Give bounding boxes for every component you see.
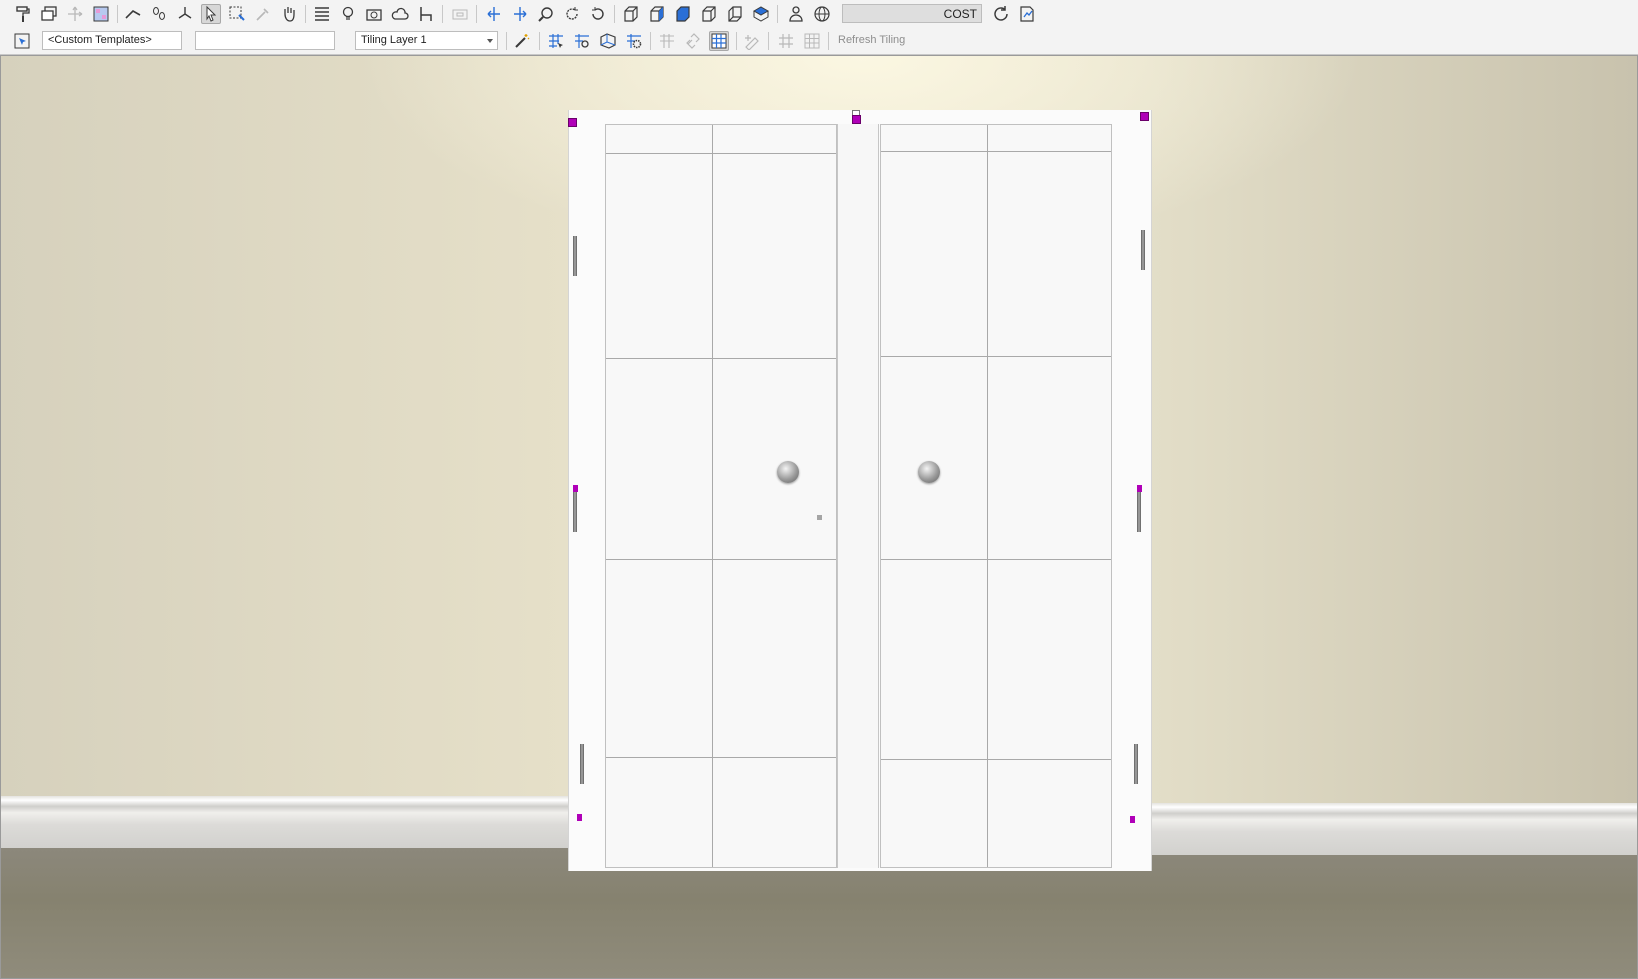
custom-templates-select[interactable]: <Custom Templates>	[42, 31, 182, 50]
axis-icon[interactable]	[175, 4, 195, 24]
panel-divider	[606, 358, 836, 359]
tile-table-icon[interactable]	[802, 31, 822, 51]
toolbar-separator	[736, 32, 737, 50]
footprints-icon[interactable]	[149, 4, 169, 24]
resize-handle-mid-right[interactable]	[1137, 485, 1142, 492]
rotate-ccw-icon[interactable]	[588, 4, 608, 24]
tile-select-icon[interactable]	[546, 31, 566, 51]
pivot-marker	[817, 515, 822, 520]
toolbar-separator	[768, 32, 769, 50]
hinge	[573, 236, 577, 276]
cube-side-icon[interactable]	[647, 4, 667, 24]
cost-display: COST	[842, 4, 982, 23]
door-leaf-right[interactable]	[880, 124, 1112, 868]
baseboard-left	[1, 796, 576, 848]
person-icon[interactable]	[786, 4, 806, 24]
toolbar-separator	[539, 32, 540, 50]
toolbar-separator	[650, 32, 651, 50]
cube-filled-icon[interactable]	[673, 4, 693, 24]
magic-wand-icon[interactable]	[512, 31, 532, 51]
refresh-icon[interactable]	[991, 4, 1011, 24]
resize-handle-top-right[interactable]	[1140, 112, 1149, 121]
panel-divider	[987, 125, 988, 867]
pointer-icon[interactable]	[201, 4, 221, 24]
tile-link-icon[interactable]	[683, 31, 703, 51]
rotate-cw-icon[interactable]	[562, 4, 582, 24]
tile-add-icon[interactable]	[657, 31, 677, 51]
cloud-icon[interactable]	[390, 4, 410, 24]
eyedropper-icon[interactable]	[253, 4, 273, 24]
toolbar-separator	[506, 32, 507, 50]
panel-divider	[606, 757, 836, 758]
toolbar-separator	[828, 32, 829, 50]
template-name-input[interactable]	[195, 31, 335, 50]
resize-handle-top-left[interactable]	[568, 118, 577, 127]
door-knob-left[interactable]	[777, 461, 799, 483]
cube-front-icon[interactable]	[621, 4, 641, 24]
hinge	[573, 492, 577, 532]
resize-handle-bottom-left[interactable]	[577, 814, 582, 821]
toolbar-separator	[777, 5, 778, 23]
hinge	[1141, 230, 1145, 270]
tile-grid-icon[interactable]	[709, 31, 729, 51]
panel-divider	[712, 125, 713, 867]
tiling-layer-value: Tiling Layer 1	[361, 34, 427, 46]
hand-pan-icon[interactable]	[279, 4, 299, 24]
list-icon[interactable]	[312, 4, 332, 24]
chair-icon[interactable]	[416, 4, 436, 24]
door-knob-right[interactable]	[918, 461, 940, 483]
tile-zoom-icon[interactable]	[572, 31, 592, 51]
hinge	[1134, 744, 1138, 784]
roof-icon[interactable]	[123, 4, 143, 24]
move-arrows-icon[interactable]	[65, 4, 85, 24]
refresh-tiling-button[interactable]: Refresh Tiling	[838, 34, 905, 46]
panel-divider	[881, 356, 1111, 357]
camera-icon[interactable]	[364, 4, 384, 24]
panel-divider	[881, 759, 1111, 760]
cube-top-icon[interactable]	[751, 4, 771, 24]
tiling-layer-select[interactable]: Tiling Layer 1	[355, 31, 498, 50]
panel-divider	[881, 151, 1111, 152]
frame-icon[interactable]	[450, 4, 470, 24]
toolbar-separator	[117, 5, 118, 23]
lightbulb-icon[interactable]	[338, 4, 358, 24]
double-door[interactable]	[568, 110, 1152, 871]
toolbar-separator	[614, 5, 615, 23]
globe-icon[interactable]	[812, 4, 832, 24]
door-leaf-left[interactable]	[605, 124, 837, 868]
panel-divider	[881, 559, 1111, 560]
walk-right-icon[interactable]	[510, 4, 530, 24]
toolbar-separator	[305, 5, 306, 23]
grid-tile-icon[interactable]	[91, 4, 111, 24]
panel-divider	[606, 559, 836, 560]
tile-edit-icon[interactable]	[742, 31, 762, 51]
zoom-icon[interactable]	[536, 4, 556, 24]
toolbar-separator	[442, 5, 443, 23]
cube-open-icon[interactable]	[699, 4, 719, 24]
select-objects-icon[interactable]	[12, 31, 32, 51]
tile-pattern-icon[interactable]	[776, 31, 796, 51]
layers-icon[interactable]	[39, 4, 59, 24]
main-toolbar: COST	[0, 0, 1638, 27]
toolbar-separator	[476, 5, 477, 23]
center-mullion	[837, 124, 879, 868]
baseboard-right	[1141, 803, 1637, 855]
panel-divider	[606, 153, 836, 154]
resize-handle-mid-left[interactable]	[573, 485, 578, 492]
tile-3d-icon[interactable]	[598, 31, 618, 51]
paint-roller-icon[interactable]	[13, 4, 33, 24]
3d-viewport[interactable]	[0, 55, 1638, 979]
report-icon[interactable]	[1017, 4, 1037, 24]
tiling-toolbar: <Custom Templates> Tiling Layer 1 Refres…	[0, 27, 1638, 55]
marquee-select-icon[interactable]	[227, 4, 247, 24]
chevron-down-icon	[487, 39, 493, 43]
resize-handle-top-center[interactable]	[852, 115, 861, 124]
hinge	[580, 744, 584, 784]
hinge	[1137, 492, 1141, 532]
cube-back-icon[interactable]	[725, 4, 745, 24]
resize-handle-bottom-right[interactable]	[1130, 816, 1135, 823]
tile-settings-icon[interactable]	[624, 31, 644, 51]
walk-left-icon[interactable]	[484, 4, 504, 24]
